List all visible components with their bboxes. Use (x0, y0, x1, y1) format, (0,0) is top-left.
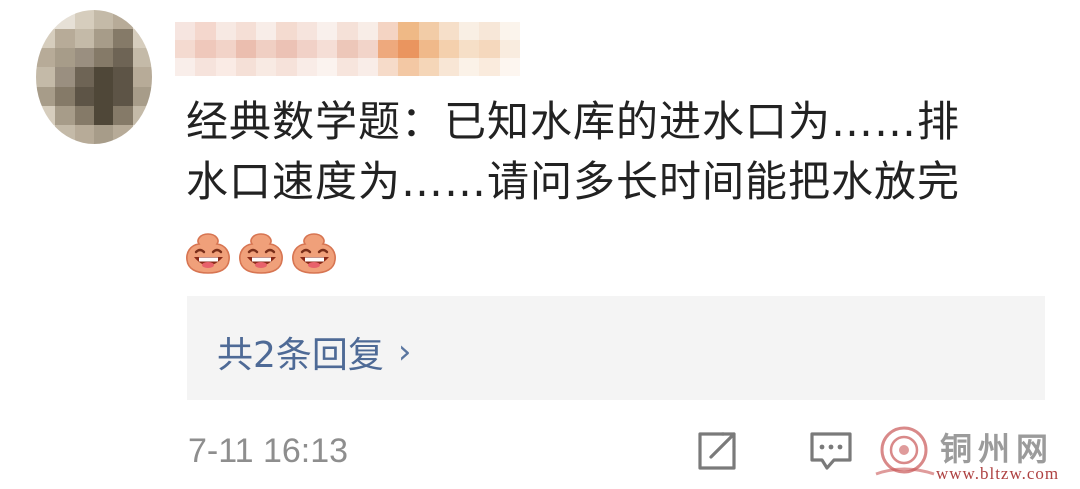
username-pixelated[interactable] (175, 22, 520, 76)
laughing-face-emoji-icon (292, 232, 337, 274)
timestamp: 7-11 16:13 (188, 432, 349, 470)
comment-line-2: 水口速度为……请问多长时间能把水放完 (186, 157, 961, 206)
comment-icon[interactable] (808, 430, 854, 478)
watermark-logo-icon (875, 426, 935, 476)
replies-label: 共2条回复 (217, 335, 384, 376)
watermark-url: www.bltzw.com (936, 464, 1060, 483)
laughing-face-emoji-icon (239, 232, 284, 274)
comment-line-1: 经典数学题：已知水库的进水口为……排 (186, 97, 961, 146)
comment-text: 经典数学题：已知水库的进水口为……排 水口速度为……请问多长时间能把水放完 (186, 92, 1036, 212)
comment-card: 经典数学题：已知水库的进水口为……排 水口速度为……请问多长时间能把水放完 共2… (0, 0, 1080, 489)
share-icon[interactable] (694, 430, 740, 478)
chevron-right-icon: › (397, 332, 412, 372)
replies-box[interactable]: 共2条回复 › (187, 296, 1045, 400)
view-replies-link[interactable]: 共2条回复 › (217, 326, 412, 378)
emoji-row (186, 232, 337, 274)
laughing-face-emoji-icon (186, 232, 231, 274)
avatar[interactable] (36, 10, 152, 144)
site-watermark: 铜州网 www.bltzw.com (872, 420, 1077, 486)
